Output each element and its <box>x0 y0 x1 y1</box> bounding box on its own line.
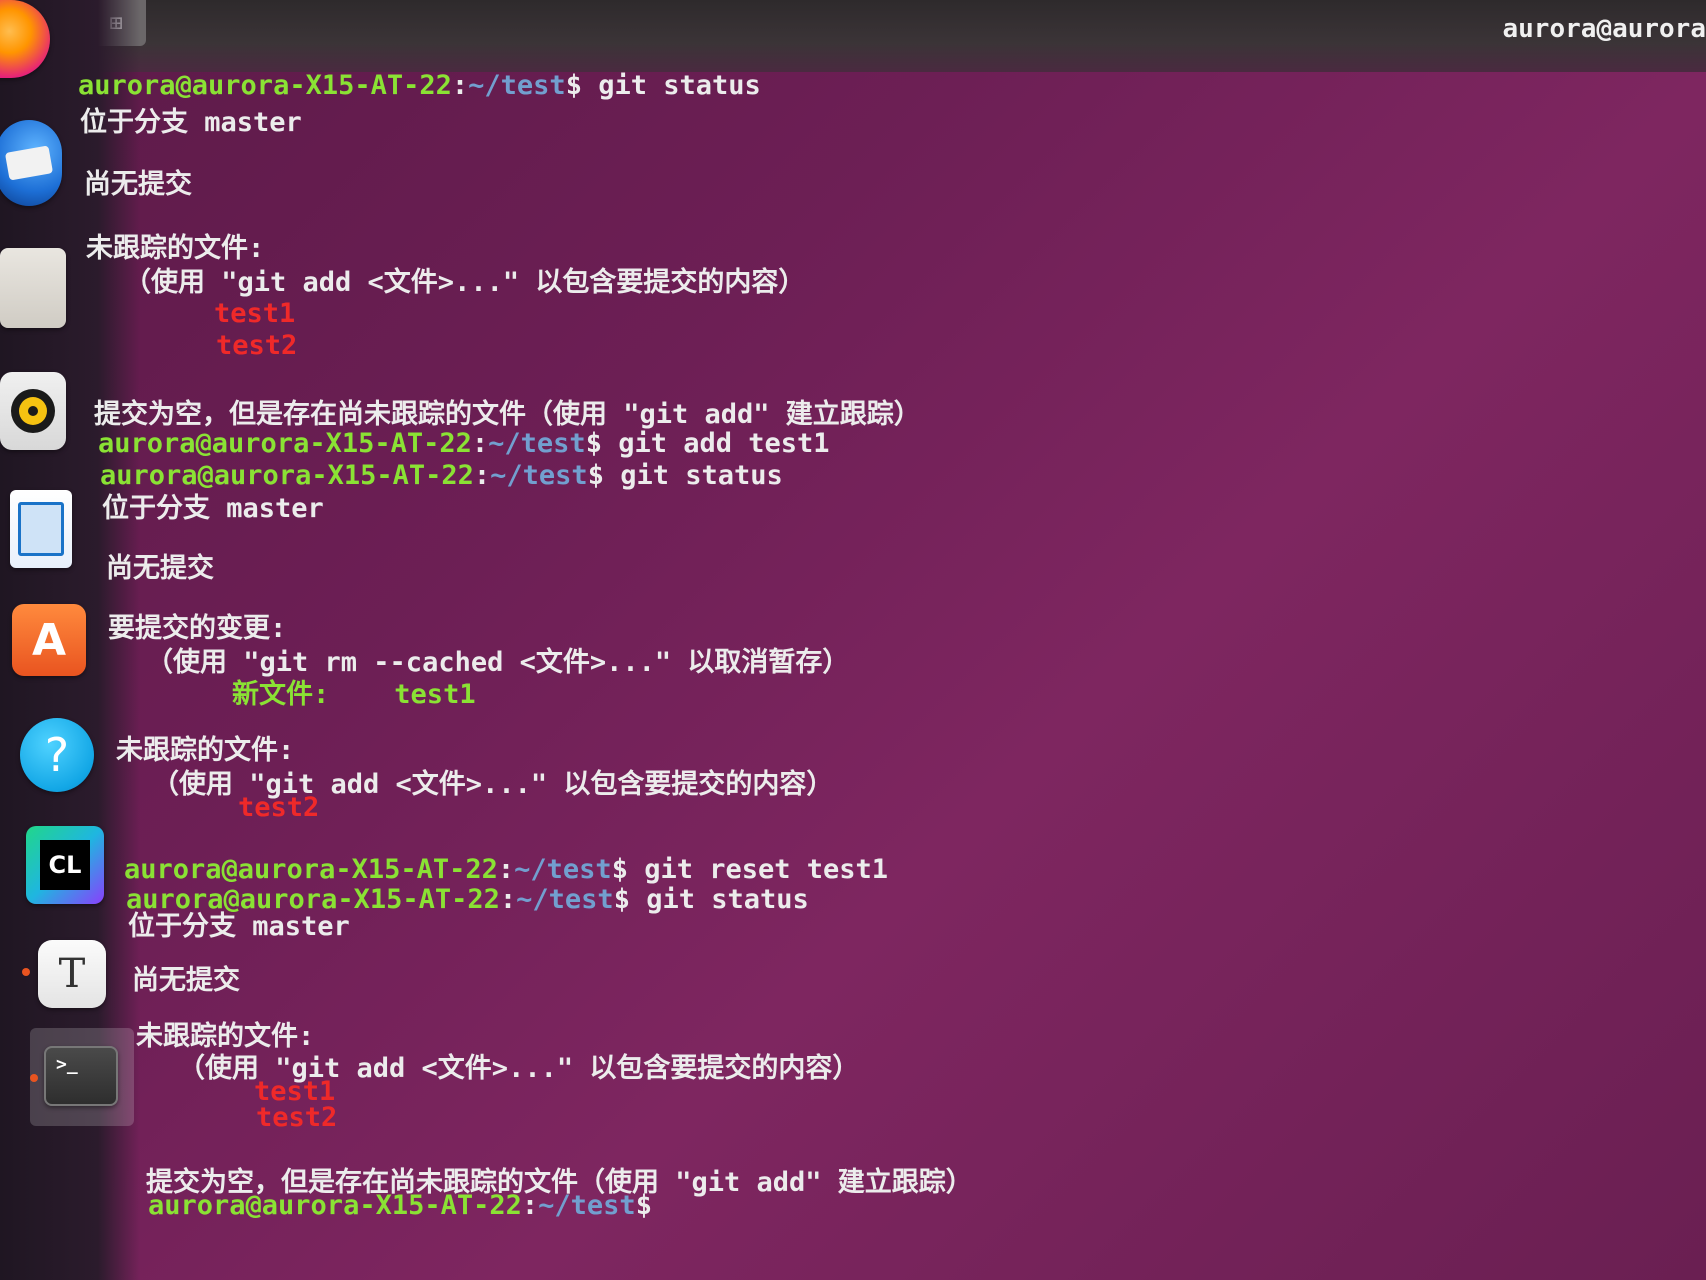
prompt-user: aurora@aurora-X15-AT-22 <box>148 1190 522 1221</box>
command-text: git status <box>603 460 783 491</box>
output-line: 尚无提交 <box>84 169 192 200</box>
prompt-path: ~/test <box>468 70 566 101</box>
prompt-user: aurora@aurora-X15-AT-22 <box>124 854 498 885</box>
untracked-file: test2 <box>216 330 298 361</box>
output-line: 尚无提交 <box>106 553 214 584</box>
prompt-path: ~/test <box>538 1190 636 1221</box>
prompt-line: aurora@aurora-X15-AT-22:~/test$ <box>148 1190 652 1221</box>
staged-file: 新文件: test1 <box>232 679 476 710</box>
output-line: 位于分支 master <box>102 493 324 524</box>
terminal-output[interactable]: aurora@aurora-X15-AT-22:~/test$ git stat… <box>0 0 1706 1280</box>
untracked-file: test2 <box>238 792 320 823</box>
desktop-screen: ⊞ aurora@aurora A ? <box>0 0 1706 1280</box>
command-text: git status <box>581 70 761 101</box>
prompt-path: ~/test <box>514 854 612 885</box>
command-text: git status <box>629 884 809 915</box>
prompt-path: ~/test <box>488 428 586 459</box>
prompt-line: aurora@aurora-X15-AT-22:~/test$ git rese… <box>124 854 889 885</box>
prompt-path: ~/test <box>516 884 614 915</box>
command-text: git reset test1 <box>627 854 889 885</box>
output-line: 位于分支 master <box>80 107 302 138</box>
command-text: git add test1 <box>601 428 830 459</box>
prompt-user: aurora@aurora-X15-AT-22 <box>98 428 472 459</box>
prompt-path: ~/test <box>490 460 588 491</box>
output-line: （使用 "git add <文件>..." 以包含要提交的内容） <box>124 267 806 298</box>
output-line: 提交为空，但是存在尚未跟踪的文件（使用 "git add" 建立跟踪） <box>94 399 921 430</box>
untracked-file: test2 <box>256 1102 338 1133</box>
output-line: 位于分支 master <box>128 911 350 942</box>
output-line: 尚无提交 <box>132 965 240 996</box>
prompt-line: aurora@aurora-X15-AT-22:~/test$ git add … <box>98 428 830 459</box>
prompt-line: aurora@aurora-X15-AT-22:~/test$ git stat… <box>78 70 761 101</box>
untracked-file: test1 <box>214 298 296 329</box>
prompt-user: aurora@aurora-X15-AT-22 <box>78 70 452 101</box>
